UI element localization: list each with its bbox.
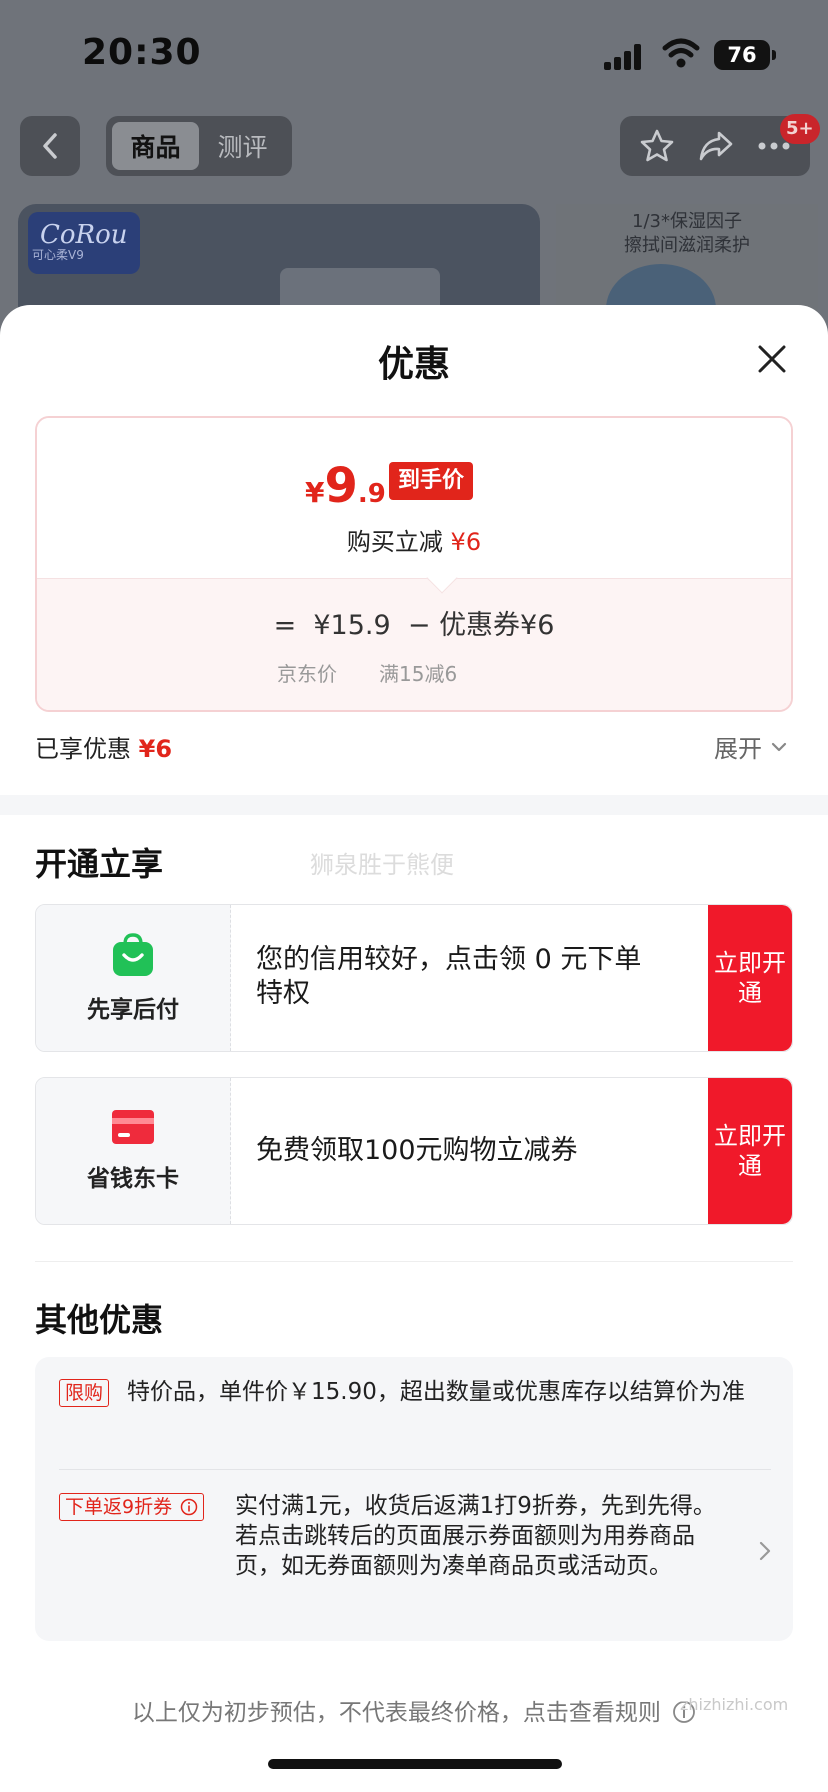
- enjoyed-label: 已享优惠: [35, 735, 131, 763]
- home-indicator[interactable]: [268, 1759, 562, 1769]
- chevron-right-icon: [759, 1541, 771, 1561]
- signal-icon: [604, 44, 644, 70]
- status-time: 20:30: [82, 32, 202, 73]
- offer-left: 省钱东卡: [36, 1078, 231, 1224]
- currency-symbol: ¥: [305, 476, 325, 509]
- notification-badge: 5+: [780, 114, 820, 144]
- equals-sign: =: [273, 610, 297, 641]
- status-bar: 20:30 76: [0, 0, 828, 108]
- chevron-left-icon: [43, 133, 57, 159]
- offer-left: 先享后付: [36, 905, 231, 1051]
- rebate-text: 实付满1元，收货后返满1打9折券，先到先得。若点击跳转后的页面展示券面额则为用券…: [235, 1493, 716, 1579]
- close-icon[interactable]: [752, 339, 792, 379]
- price-calculation: = ¥15.9 − 优惠券¥6: [37, 603, 791, 642]
- chevron-down-icon: [771, 742, 787, 751]
- brand-logo: CoRou: [28, 212, 140, 274]
- share-icon[interactable]: [697, 129, 735, 163]
- instant-cut-label: 购买立减: [346, 528, 443, 556]
- offer-text: 免费领取100元购物立减券: [256, 1135, 578, 1166]
- shopping-bag-icon: [113, 933, 153, 976]
- site-watermark: zhizhizhi.com: [680, 1695, 789, 1714]
- other-discounts: 限购 特价品，单件价￥15.90，超出数量或优惠库存以结算价为准 下单返9折券 …: [35, 1357, 793, 1641]
- jd-price-label: 京东价: [277, 662, 337, 686]
- other-divider: [59, 1469, 771, 1470]
- header-tabs: 商品 测评: [106, 116, 292, 176]
- rebate-tag: 下单返9折券: [59, 1493, 205, 1521]
- brand-subtitle: 可心柔V9: [32, 248, 84, 262]
- activate-button[interactable]: 立即开通: [708, 905, 792, 1051]
- price-card: ¥9.9 到手价 购买立减 ¥6 = ¥15.9 − 优惠券¥6 京东价 满15…: [35, 416, 793, 712]
- sheet-title: 优惠: [377, 344, 450, 385]
- rebate-tag-label: 下单返9折券: [65, 1496, 173, 1518]
- offer-card-pay-later[interactable]: 先享后付 您的信用较好，点击领 0 元下单特权 立即开通: [35, 904, 793, 1052]
- rules-note-text: 以上仅为初步预估，不代表最终价格，点击查看规则: [131, 1700, 661, 1726]
- promo-line-2: 擦拭间滋润柔护: [624, 235, 750, 256]
- offer-text: 您的信用较好，点击领 0 元下单特权: [256, 944, 642, 1009]
- expand-button[interactable]: 展开: [714, 729, 788, 764]
- section-divider: [0, 795, 828, 815]
- minus-sign: −: [407, 610, 431, 641]
- tab-review[interactable]: 测评: [199, 122, 286, 170]
- enjoyed-value: ¥6: [138, 735, 173, 763]
- info-icon: [180, 1498, 198, 1516]
- offer-label: 省钱东卡: [87, 1166, 179, 1192]
- star-icon[interactable]: [639, 128, 675, 164]
- tab-product[interactable]: 商品: [112, 122, 199, 170]
- offer-label: 先享后付: [87, 997, 179, 1023]
- activate-button[interactable]: 立即开通: [708, 1078, 792, 1224]
- section-title-open: 开通立享: [35, 845, 164, 883]
- price-decimal: .9: [357, 479, 386, 509]
- discount-sheet: 优惠 ¥9.9 到手价 购买立减 ¥6 = ¥15.9 − 优惠券¥6 京东价 …: [0, 305, 828, 1792]
- divider: [35, 1261, 793, 1262]
- watermark: 狮泉胜于熊便: [310, 851, 454, 879]
- section-title-other: 其他优惠: [35, 1301, 164, 1339]
- limit-text: 特价品，单件价￥15.90，超出数量或优惠库存以结算价为准: [127, 1379, 745, 1405]
- card-icon: [112, 1110, 154, 1144]
- promo-line-1: 1/3*保湿因子: [632, 211, 742, 232]
- back-button[interactable]: [20, 116, 80, 176]
- expand-label: 展开: [714, 735, 762, 763]
- coupon-value: 优惠券¥6: [439, 610, 555, 641]
- jd-price: ¥15.9: [313, 610, 391, 641]
- instant-cut-value: ¥6: [450, 528, 482, 556]
- coupon-rule: 满15减6: [379, 662, 458, 686]
- final-price: ¥9.9: [305, 458, 386, 514]
- offer-card-jd-card[interactable]: 省钱东卡 免费领取100元购物立减券 立即开通: [35, 1077, 793, 1225]
- more-icon[interactable]: [757, 141, 791, 151]
- instant-cut: 购买立减 ¥6: [37, 522, 791, 557]
- limit-tag: 限购: [59, 1379, 110, 1407]
- enjoyed-discount: 已享优惠 ¥6: [35, 729, 172, 764]
- price-breakdown: [37, 578, 791, 710]
- price-integer: 9: [324, 458, 358, 514]
- battery-icon: 76: [714, 40, 776, 70]
- final-price-tag: 到手价: [389, 462, 474, 500]
- wifi-icon: [662, 38, 700, 68]
